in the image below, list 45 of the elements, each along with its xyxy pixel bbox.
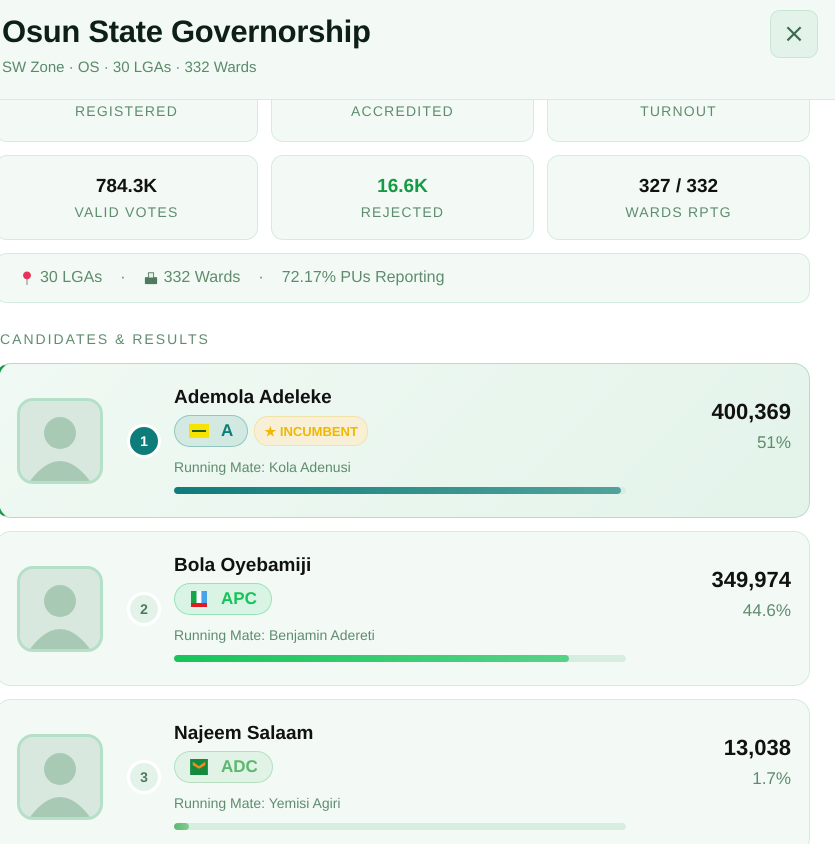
page-title: Osun State Governorship: [2, 14, 371, 50]
party-logo-icon: [189, 423, 209, 439]
close-button[interactable]: ×: [770, 10, 818, 58]
section-heading: CANDIDATES & RESULTS: [0, 331, 211, 347]
running-mate: Running Mate: Kola Adenusi: [174, 459, 352, 475]
info-text: 72.17% PUs Reporting: [282, 269, 444, 287]
stat-value: 784.3K: [96, 176, 158, 198]
separator-dot: ·: [120, 269, 126, 287]
stat-value: 16.6K: [377, 176, 428, 198]
candidate-name: Najeem Salaam: [174, 723, 314, 745]
party-badge: A: [174, 415, 248, 447]
info-text: 30 LGAs: [40, 269, 102, 287]
stat-label: WARDS RPTG: [625, 204, 732, 220]
info-text: 332 Wards: [164, 269, 240, 287]
stat-label: TURNOUT: [640, 103, 717, 119]
party-logo-icon: [189, 591, 209, 607]
stat-value: 327 / 332: [638, 176, 718, 198]
party-logo-icon: [189, 759, 209, 775]
candidate-card[interactable]: 2 Bola Oyebamiji APC Running Mate: Benjamin Adereti 349,974 44.6%: [0, 531, 810, 686]
running-mate: Running Mate: Yemisi Agiri: [174, 795, 342, 811]
candidate-card[interactable]: 1 Ademola Adeleke A ★ INCUMBENT Running Mate: Kola Adenusi 400,369 51%: [0, 363, 810, 518]
vote-percent: 51%: [756, 432, 791, 452]
vote-percent: 1.7%: [752, 768, 791, 788]
rank-badge: 2: [127, 592, 161, 626]
vote-percent: 44.6%: [742, 600, 791, 620]
candidate-name: Ademola Adeleke: [174, 387, 333, 409]
vote-count: 13,038: [724, 734, 791, 760]
running-mate: Running Mate: Benjamin Adereti: [174, 627, 376, 643]
incumbent-badge: ★ INCUMBENT: [254, 416, 368, 446]
candidate-card[interactable]: 3 Najeem Salaam ADC Running Mate: Yemisi Agiri 13,038 1.7%: [0, 699, 810, 844]
page-subtitle: SW Zone · OS · 30 LGAs · 332 Wards: [2, 59, 258, 76]
rank-badge: 1: [127, 424, 161, 458]
rank-badge: 3: [127, 760, 161, 794]
party-badge: APC: [174, 583, 272, 615]
separator-dot: ·: [258, 269, 264, 287]
stat-label: VALID VOTES: [74, 204, 178, 220]
pin-icon: [20, 271, 34, 285]
party-badge: ADC: [174, 751, 273, 783]
stat-label: ACCREDITED: [350, 103, 454, 119]
candidate-name: Bola Oyebamiji: [174, 555, 312, 577]
vote-count: 349,974: [711, 566, 791, 592]
stat-label: REJECTED: [360, 204, 444, 220]
stat-label: REGISTERED: [74, 103, 178, 119]
ballot-box-icon: [144, 271, 158, 285]
vote-count: 400,369: [711, 398, 791, 424]
